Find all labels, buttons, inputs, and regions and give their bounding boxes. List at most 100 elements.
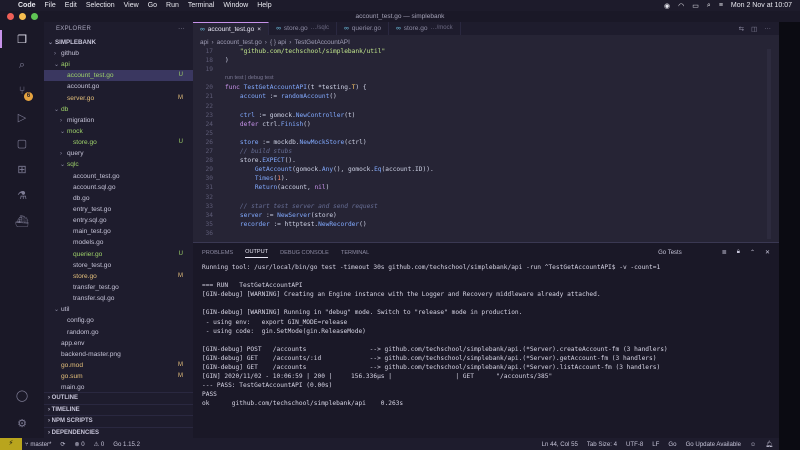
maximize-panel-icon[interactable]: ⌃ (750, 249, 755, 256)
tree-item[interactable]: db.go (44, 193, 193, 204)
remote-explorer-icon[interactable]: ▢ (10, 132, 34, 154)
npm-scripts-section[interactable]: › NPM SCRIPTS (44, 415, 193, 427)
menu-view[interactable]: View (124, 2, 139, 9)
explorer-icon[interactable]: ❐ (0, 28, 34, 50)
output-text[interactable]: Running tool: /usr/local/bin/go test -ti… (202, 263, 772, 409)
menu-help[interactable]: Help (257, 2, 271, 9)
go-version[interactable]: Go 1.15.2 (113, 441, 140, 448)
menu-edit[interactable]: Edit (65, 2, 77, 9)
split-editor-icon[interactable]: ◫ (751, 25, 757, 33)
problems-errors[interactable]: ⊗ 0 (74, 441, 84, 448)
cursor-position[interactable]: Ln 44, Col 55 (542, 441, 578, 448)
app-menu[interactable]: Code (18, 2, 36, 9)
more-icon[interactable]: ··· (764, 25, 771, 32)
search-icon[interactable]: ⌕ (707, 2, 711, 10)
git-branch[interactable]: ⑂ master* (25, 441, 51, 448)
lock-icon[interactable]: 🔒︎ (737, 249, 740, 256)
extensions-icon[interactable]: ⊞ (10, 158, 34, 180)
tree-item[interactable]: › migration (44, 115, 193, 126)
menubar-clock[interactable]: Mon 2 Nov at 10:07 (731, 2, 792, 9)
menu-go[interactable]: Go (148, 2, 157, 9)
sync-icon[interactable]: ⟳ (60, 441, 65, 448)
tree-item[interactable]: store.go U (44, 137, 193, 148)
notifications-icon[interactable]: 🔔︎ (765, 441, 773, 448)
close-tab-icon[interactable]: × (257, 23, 261, 36)
output-channel-select[interactable]: Go Tests (658, 250, 682, 256)
account-icon[interactable]: ◯ (10, 384, 34, 406)
breadcrumb-item[interactable]: TestGetAccountAPI (294, 39, 349, 46)
tab-size[interactable]: Tab Size: 4 (587, 441, 617, 448)
menu-terminal[interactable]: Terminal (188, 2, 214, 9)
timeline-section[interactable]: › TIMELINE (44, 403, 193, 416)
tree-item[interactable]: app.env (44, 338, 193, 349)
editor-tab[interactable]: ∞ querier.go (337, 22, 390, 35)
tree-item[interactable]: random.go (44, 327, 193, 338)
search-view-icon[interactable]: ⌕ (10, 54, 34, 76)
minimap[interactable] (767, 49, 771, 239)
panel-tab-problems[interactable]: PROBLEMS (202, 250, 233, 256)
docker-icon[interactable]: ⛴ (10, 210, 34, 232)
project-header[interactable]: ⌄ SIMPLEBANK (44, 37, 193, 48)
menu-run[interactable]: Run (166, 2, 179, 9)
zoom-window-button[interactable] (31, 13, 38, 20)
dependencies-section[interactable]: › DEPENDENCIES (44, 426, 193, 439)
go-update-notice[interactable]: Go Update Available (686, 441, 741, 448)
minimize-window-button[interactable] (19, 13, 26, 20)
problems-warnings[interactable]: ⚠ 0 (94, 441, 105, 448)
control-center-icon[interactable]: ≡ (719, 2, 723, 9)
menu-selection[interactable]: Selection (86, 2, 115, 9)
menu-file[interactable]: File (45, 2, 56, 9)
menu-window[interactable]: Window (223, 2, 248, 9)
panel-tab-output[interactable]: OUTPUT (245, 249, 269, 258)
battery-icon[interactable]: ▭ (692, 2, 699, 10)
tree-item[interactable]: transfer_test.go (44, 282, 193, 293)
panel-tab-terminal[interactable]: TERMINAL (341, 250, 369, 256)
tree-item[interactable]: › query (44, 148, 193, 159)
breadcrumb-item[interactable]: account_test.go (217, 39, 262, 46)
wifi-icon[interactable]: ◠ (678, 2, 684, 10)
tree-item[interactable]: models.go (44, 237, 193, 248)
editor-tab[interactable]: ∞ store.go …/sqlc (269, 22, 337, 35)
testing-icon[interactable]: ⚗ (10, 184, 34, 206)
tree-item[interactable]: go.sum M (44, 371, 193, 382)
tree-item[interactable]: backend-master.png (44, 349, 193, 360)
tree-item[interactable]: account_test.go (44, 171, 193, 182)
tree-item[interactable]: store.go M (44, 271, 193, 282)
panel-tab-debug-console[interactable]: DEBUG CONSOLE (280, 250, 329, 256)
tree-item[interactable]: entry.sql.go (44, 215, 193, 226)
tree-item[interactable]: ⌄ util (44, 304, 193, 315)
tree-item[interactable]: main_test.go (44, 226, 193, 237)
language-mode[interactable]: Go (668, 441, 676, 448)
go-to-file-icon[interactable]: ⇆ (739, 25, 745, 33)
tree-item[interactable]: ⌄ api (44, 59, 193, 70)
codelens[interactable]: run test | debug test (193, 74, 779, 83)
code-view[interactable]: 17 "github.com/techschool/simplebank/uti… (193, 47, 779, 238)
editor-tab[interactable]: ∞ store.go …/mock (389, 22, 461, 35)
tree-item[interactable]: store_test.go (44, 260, 193, 271)
manage-gear-icon[interactable]: ⚙ (10, 412, 34, 434)
tree-item[interactable]: server.go M (44, 93, 193, 104)
tree-item[interactable]: entry_test.go (44, 204, 193, 215)
tree-item[interactable]: ⌄ sqlc (44, 159, 193, 170)
run-debug-icon[interactable]: ▷ (10, 106, 34, 128)
tree-item[interactable]: ⌄ mock (44, 126, 193, 137)
breadcrumb-item[interactable]: { } api (270, 39, 286, 46)
filter-icon[interactable]: ≣ (722, 249, 727, 256)
more-actions-icon[interactable]: ··· (178, 22, 185, 36)
close-panel-icon[interactable]: ✕ (765, 249, 770, 256)
tree-item[interactable]: ⌄ db (44, 104, 193, 115)
tree-item[interactable]: account.sql.go (44, 182, 193, 193)
tree-item[interactable]: account_test.go U (44, 70, 193, 82)
feedback-icon[interactable]: ☺ (750, 441, 756, 448)
tree-item[interactable]: › github (44, 48, 193, 59)
tree-item[interactable]: config.go (44, 315, 193, 326)
editor-tab[interactable]: ∞ account_test.go × (193, 22, 270, 36)
encoding[interactable]: UTF-8 (626, 441, 643, 448)
remote-indicator-icon[interactable]: ⚡︎ (0, 438, 22, 450)
outline-section[interactable]: › OUTLINE (44, 392, 193, 404)
breadcrumb-item[interactable]: api (200, 39, 209, 46)
tree-item[interactable]: go.mod M (44, 360, 193, 371)
tree-item[interactable]: querier.go U (44, 249, 193, 260)
record-icon[interactable]: ◉ (664, 2, 670, 10)
tree-item[interactable]: account.go (44, 81, 193, 92)
